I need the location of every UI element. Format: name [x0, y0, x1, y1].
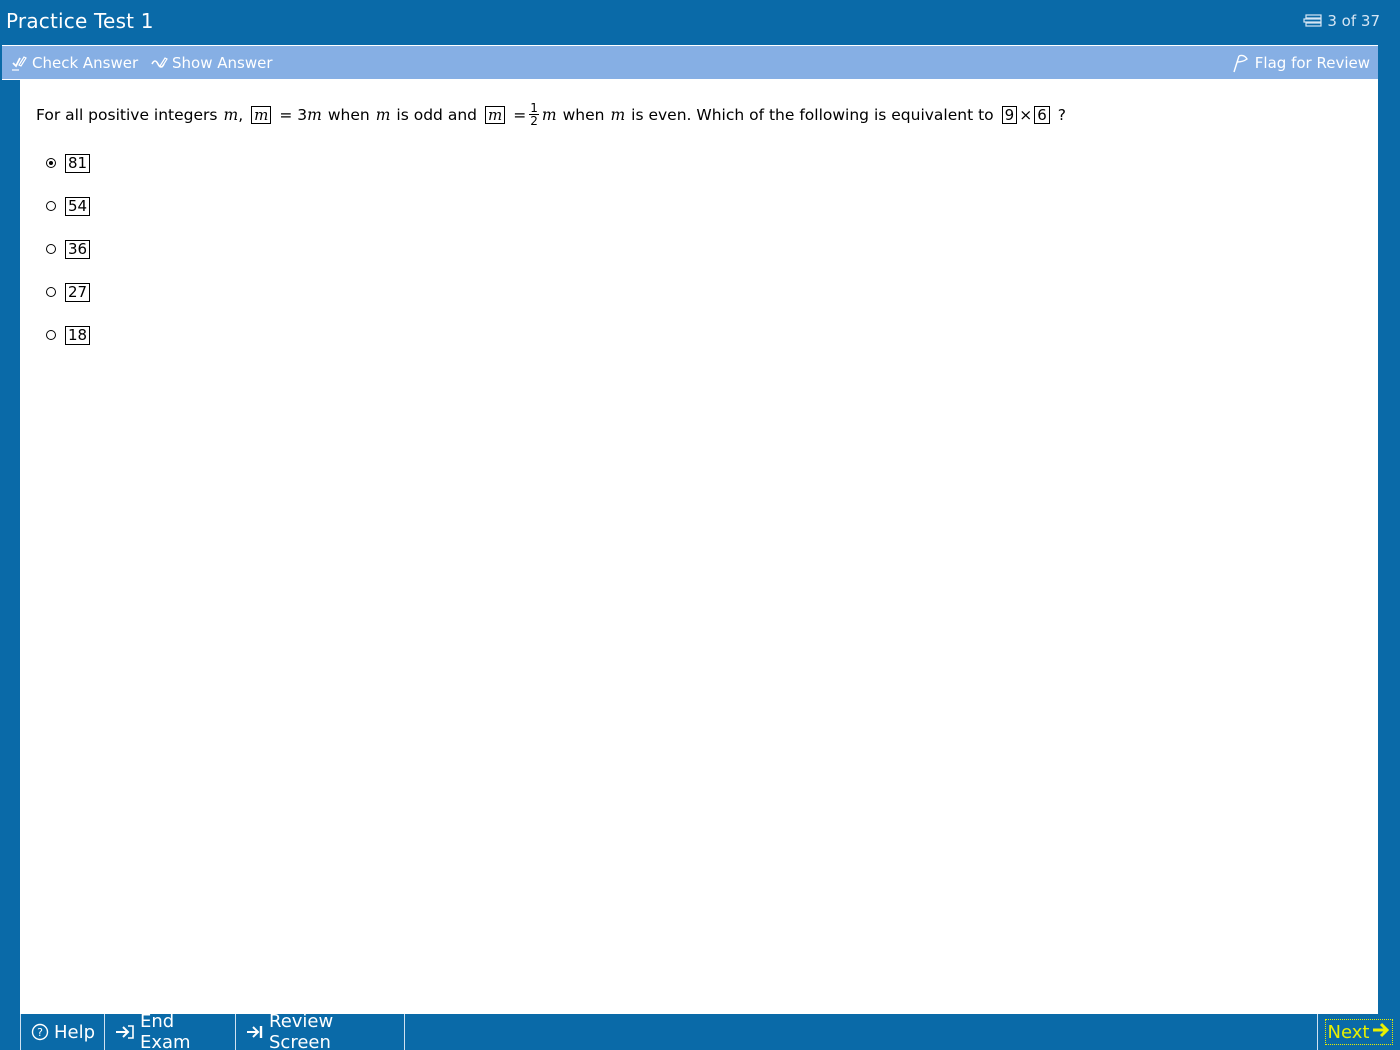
- check-pen-icon: [10, 54, 28, 72]
- review-screen-button[interactable]: Review Screen: [236, 1011, 405, 1050]
- choice-label: 54: [65, 196, 91, 216]
- variable-m: m: [375, 105, 391, 124]
- title-bar: Practice Test 1 3 of 37: [0, 0, 1400, 44]
- end-exam-label: End Exam: [140, 1011, 191, 1050]
- radio-button[interactable]: [46, 244, 56, 254]
- answer-choice-c[interactable]: 36: [46, 238, 91, 260]
- variable-m: m: [541, 105, 557, 124]
- answer-choice-e[interactable]: 18: [46, 324, 91, 346]
- question-mark: ?: [1057, 105, 1066, 124]
- question-text: is even. Which of the following is equiv…: [631, 105, 994, 124]
- flag-icon: [1231, 53, 1251, 73]
- variable-m: m: [610, 105, 626, 124]
- app-title: Practice Test 1: [6, 9, 154, 33]
- next-button[interactable]: Next: [1317, 1014, 1400, 1050]
- next-button-inner: Next: [1324, 1019, 1394, 1045]
- times-sign: ×: [1019, 105, 1033, 124]
- choice-label: 27: [65, 282, 91, 302]
- review-screen-icon: [246, 1023, 264, 1041]
- variable-m: m: [307, 105, 322, 124]
- answer-choice-a[interactable]: 81: [46, 152, 91, 174]
- answer-choice-b[interactable]: 54: [46, 195, 91, 217]
- boxed-m: m: [484, 105, 506, 124]
- boxed-6: 6: [1034, 105, 1050, 124]
- end-exam-button[interactable]: End Exam: [105, 1011, 236, 1050]
- question-panel: For all positive integers m , m = 3 m wh…: [20, 80, 1378, 1014]
- review-screen-label: Review Screen: [269, 1011, 334, 1050]
- radio-button[interactable]: [46, 201, 56, 211]
- check-answer-button[interactable]: Check Answer: [10, 46, 138, 79]
- fraction-one-half: 1 2: [529, 102, 539, 127]
- help-button[interactable]: ? Help: [20, 1014, 105, 1050]
- question-stack-icon: [1303, 14, 1323, 28]
- arrow-right-icon: [1372, 1021, 1390, 1044]
- help-icon: ?: [31, 1023, 49, 1041]
- question-text: when: [327, 105, 370, 124]
- boxed-9: 9: [1001, 105, 1018, 124]
- question-text: is odd and: [396, 105, 477, 124]
- counter-text: 3 of 37: [1327, 12, 1380, 30]
- question-text: ,: [238, 105, 244, 124]
- question-text: when: [562, 105, 605, 124]
- question-text: = 3: [279, 105, 308, 124]
- choice-label: 81: [65, 153, 91, 173]
- end-exam-icon: [115, 1023, 135, 1041]
- check-answer-label: Check Answer: [32, 53, 139, 72]
- fraction-denominator: 2: [530, 114, 538, 128]
- help-label: Help: [54, 1021, 96, 1043]
- flag-for-review-button[interactable]: Flag for Review: [1231, 46, 1370, 79]
- radio-button[interactable]: [46, 287, 56, 297]
- choice-label: 18: [65, 325, 91, 345]
- choice-label: 36: [65, 239, 91, 259]
- radio-button-selected[interactable]: [46, 158, 56, 168]
- boxed-m: m: [251, 105, 272, 124]
- show-answer-button[interactable]: Show Answer: [150, 46, 273, 79]
- radio-button[interactable]: [46, 330, 56, 340]
- question-stem: For all positive integers m , m = 3 m wh…: [36, 102, 1066, 127]
- question-text: For all positive integers: [36, 105, 218, 124]
- next-label: Next: [1327, 1021, 1370, 1043]
- svg-text:?: ?: [37, 1026, 43, 1039]
- variable-m: m: [223, 105, 239, 124]
- bottom-bar: ? Help End Exam Review Screen Next: [20, 1011, 1400, 1050]
- question-counter: 3 of 37: [1303, 12, 1380, 30]
- answer-choice-d[interactable]: 27: [46, 281, 91, 303]
- flag-for-review-label: Flag for Review: [1254, 53, 1370, 72]
- question-text: =: [513, 105, 527, 124]
- toolbar: Check Answer Show Answer Flag for Review: [2, 45, 1378, 80]
- show-pen-icon: [150, 54, 168, 72]
- show-answer-label: Show Answer: [172, 53, 273, 72]
